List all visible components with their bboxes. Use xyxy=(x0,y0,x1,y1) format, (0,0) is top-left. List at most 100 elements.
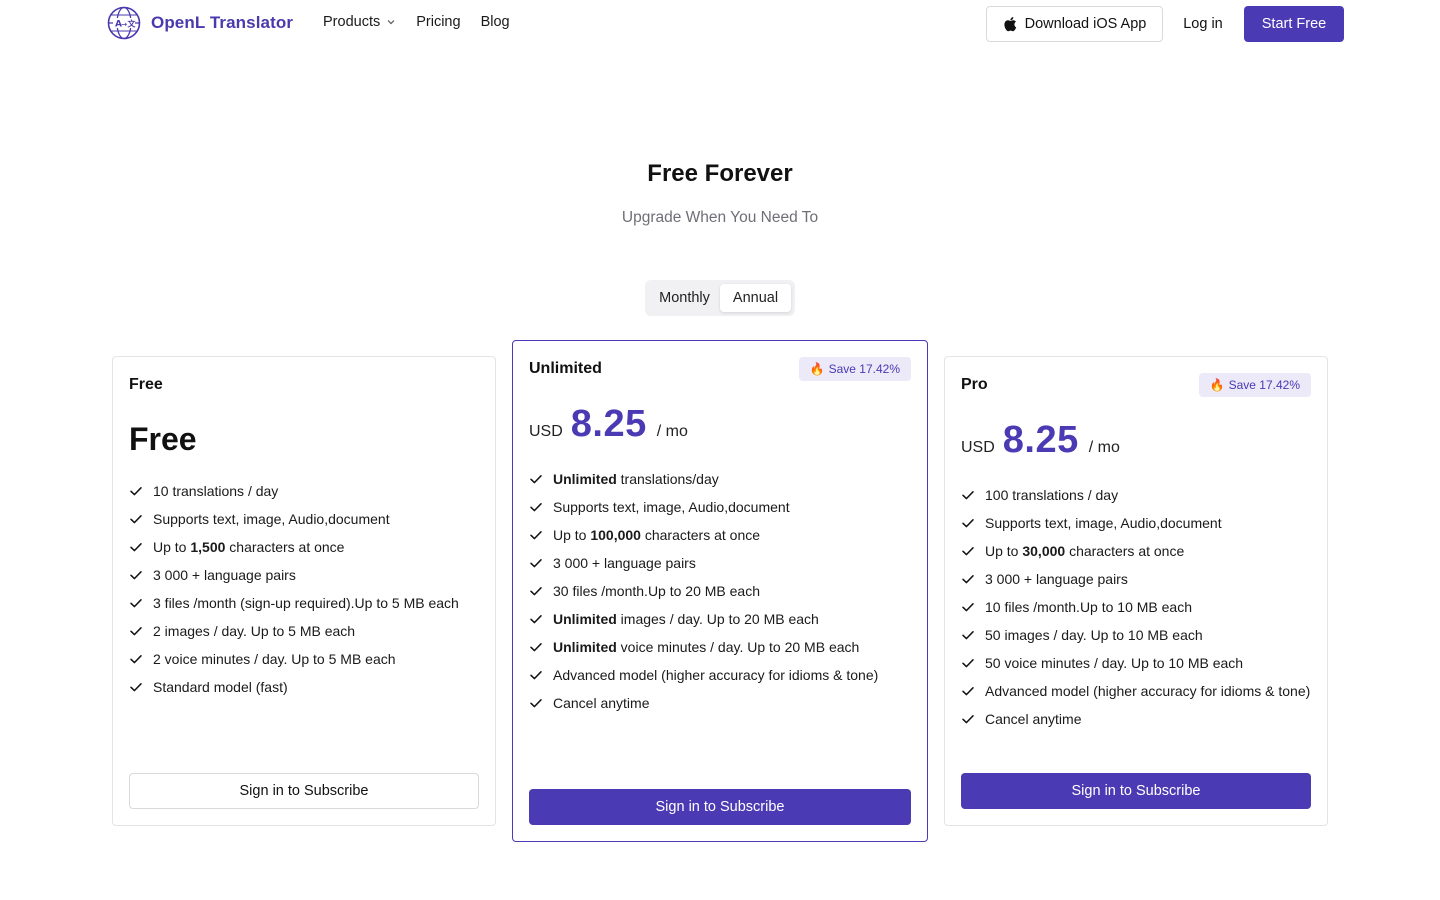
feature-text-pre: 10 translations / day xyxy=(153,483,279,499)
download-ios-label: Download iOS App xyxy=(1024,16,1147,32)
feature-item: Advanced model (higher accuracy for idio… xyxy=(961,681,1311,701)
feature-text: 100 translations / day xyxy=(985,485,1118,505)
feature-item: Unlimited voice minutes / day. Up to 20 … xyxy=(529,637,911,657)
check-icon xyxy=(962,631,974,640)
plan-card-free: Free Free 10 translations / day Supports … xyxy=(112,356,496,826)
plan-name: Free xyxy=(129,376,163,393)
toggle-annual[interactable]: Annual xyxy=(720,284,791,312)
plan-name: Unlimited xyxy=(529,360,602,377)
feature-item: Supports text, image, Audio,document xyxy=(529,497,911,517)
feature-text-pre: Cancel anytime xyxy=(553,695,650,711)
feature-item: Supports text, image, Audio,document xyxy=(129,509,479,529)
feature-text-bold: 100,000 xyxy=(590,527,641,543)
check-icon xyxy=(130,543,142,552)
feature-item: Up to 1,500 characters at once xyxy=(129,537,479,557)
feature-item: 3 000 + language pairs xyxy=(129,565,479,585)
feature-text-bold: Unlimited xyxy=(553,639,617,655)
feature-item: Advanced model (higher accuracy for idio… xyxy=(529,665,911,685)
feature-item: Standard model (fast) xyxy=(129,677,479,697)
feature-item: Up to 100,000 characters at once xyxy=(529,525,911,545)
feature-item: 10 translations / day xyxy=(129,481,479,501)
feature-text-pre: 3 000 + language pairs xyxy=(153,567,296,583)
discount-badge: 🔥 Save 17.42% xyxy=(798,357,911,381)
apple-icon xyxy=(1004,17,1016,32)
feature-list: 10 translations / day Supports text, imag… xyxy=(129,481,479,705)
free-subscribe-button[interactable]: Sign in to Subscribe xyxy=(129,773,479,809)
feature-text-pre: Supports text, image, Audio,document xyxy=(553,499,790,515)
feature-item: Cancel anytime xyxy=(961,709,1311,729)
feature-text-pre: Standard model (fast) xyxy=(153,679,288,695)
fire-icon: 🔥 xyxy=(1209,378,1225,392)
feature-text: Unlimited voice minutes / day. Up to 20 … xyxy=(553,637,859,657)
feature-text-post: translations/day xyxy=(616,471,719,487)
plan-card-pro: Pro 🔥 Save 17.42% USD 8.25 / mo 100 tran… xyxy=(944,356,1328,826)
toggle-monthly[interactable]: Monthly xyxy=(649,284,720,312)
unlimited-subscribe-button[interactable]: Sign in to Subscribe xyxy=(529,789,911,825)
feature-text-post: images / day. Up to 20 MB each xyxy=(616,611,819,627)
download-ios-app-button[interactable]: Download iOS App xyxy=(986,6,1163,42)
feature-item: 100 translations / day xyxy=(961,485,1311,505)
translate-globe-icon: A → 文 xyxy=(107,6,141,40)
feature-list: 100 translations / day Supports text, ima… xyxy=(961,485,1311,737)
feature-text: 3 000 + language pairs xyxy=(153,565,296,585)
nav-pricing[interactable]: Pricing xyxy=(416,14,460,30)
feature-text: Supports text, image, Audio,document xyxy=(553,497,790,517)
feature-text: Up to 100,000 characters at once xyxy=(553,525,760,545)
check-icon xyxy=(530,531,542,540)
feature-text: Up to 1,500 characters at once xyxy=(153,537,344,557)
log-in-button[interactable]: Log in xyxy=(1171,6,1235,42)
feature-text-post: characters at once xyxy=(640,527,761,543)
start-free-button[interactable]: Start Free xyxy=(1244,6,1344,42)
check-icon xyxy=(130,627,142,636)
brand-name: OpenL Translator xyxy=(151,13,294,32)
feature-text-bold: 1,500 xyxy=(190,539,226,555)
feature-text: Advanced model (higher accuracy for idio… xyxy=(553,665,878,685)
brand-logo-link[interactable]: A → 文 OpenL Translator xyxy=(107,6,293,40)
price-period: / mo xyxy=(656,423,688,440)
feature-text-pre: 2 images / day. Up to 5 MB each xyxy=(153,623,356,639)
feature-text: Cancel anytime xyxy=(985,709,1082,729)
nav-blog[interactable]: Blog xyxy=(481,14,510,30)
feature-item: 2 voice minutes / day. Up to 5 MB each xyxy=(129,649,479,669)
check-icon xyxy=(130,571,142,580)
feature-text: 2 images / day. Up to 5 MB each xyxy=(153,621,355,641)
plan-price: USD 8.25 / mo xyxy=(961,419,1120,462)
feature-item: Unlimited translations/day xyxy=(529,469,911,489)
nav-blog-label: Blog xyxy=(480,14,510,30)
feature-text: Unlimited translations/day xyxy=(553,469,719,489)
feature-text-pre: Up to xyxy=(153,539,191,555)
feature-text-pre: Supports text, image, Audio,document xyxy=(985,515,1222,531)
feature-text-pre: 3 files /month (sign-up required).Up to … xyxy=(153,595,459,611)
feature-text: Cancel anytime xyxy=(553,693,650,713)
check-icon xyxy=(530,587,542,596)
check-icon xyxy=(530,615,542,624)
feature-text-pre: 10 files /month.Up to 10 MB each xyxy=(985,599,1192,615)
nav-products[interactable]: Products xyxy=(323,14,396,30)
plan-price: Free xyxy=(129,421,197,457)
pro-subscribe-button[interactable]: Sign in to Subscribe xyxy=(961,773,1311,809)
feature-text: Up to 30,000 characters at once xyxy=(985,541,1184,561)
feature-list: Unlimited translations/day Supports text,… xyxy=(529,469,911,721)
discount-badge: 🔥 Save 17.42% xyxy=(1198,373,1311,397)
chevron-down-icon xyxy=(387,20,395,25)
feature-text-pre: Up to xyxy=(985,543,1023,559)
feature-text: 2 voice minutes / day. Up to 5 MB each xyxy=(153,649,396,669)
price-period: / mo xyxy=(1088,439,1120,456)
feature-text-pre: Advanced model (higher accuracy for idio… xyxy=(553,667,879,683)
feature-text-pre: Up to xyxy=(553,527,591,543)
feature-text: 50 images / day. Up to 10 MB each xyxy=(985,625,1203,645)
feature-item: Supports text, image, Audio,document xyxy=(961,513,1311,533)
feature-text: Supports text, image, Audio,document xyxy=(153,509,390,529)
feature-item: 2 images / day. Up to 5 MB each xyxy=(129,621,479,641)
discount-badge-label: Save 17.42% xyxy=(828,362,900,376)
page-subtitle: Upgrade When You Need To xyxy=(621,209,819,226)
fire-icon: 🔥 xyxy=(809,362,825,376)
feature-text-pre: Supports text, image, Audio,document xyxy=(153,511,390,527)
page-title: Free Forever xyxy=(647,160,793,187)
feature-text-pre: 100 translations / day xyxy=(985,487,1119,503)
feature-item: 30 files /month.Up to 20 MB each xyxy=(529,581,911,601)
plan-card-unlimited: Unlimited 🔥 Save 17.42% USD 8.25 / mo Un… xyxy=(512,340,928,842)
feature-item: 50 images / day. Up to 10 MB each xyxy=(961,625,1311,645)
feature-item: 3 000 + language pairs xyxy=(961,569,1311,589)
feature-text: Standard model (fast) xyxy=(153,677,288,697)
